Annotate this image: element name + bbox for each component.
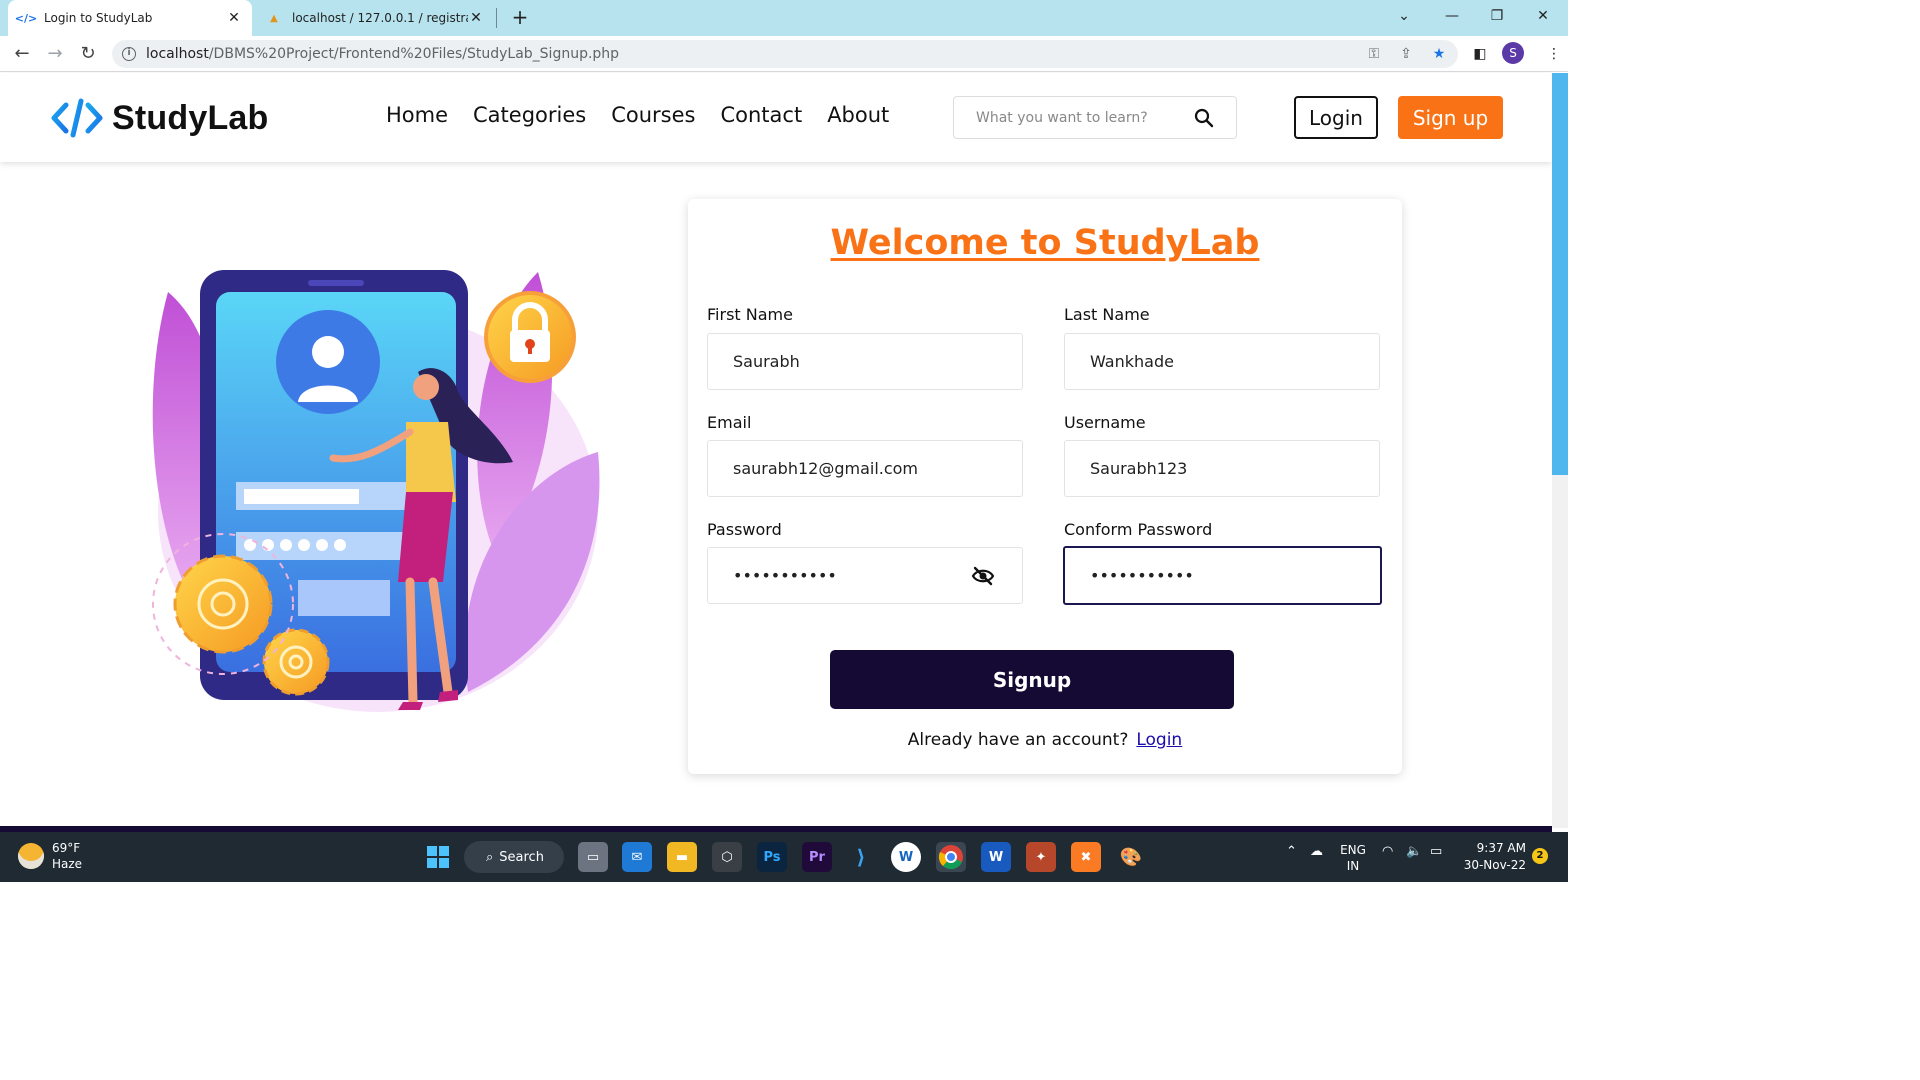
brand-name: StudyLab: [112, 98, 269, 137]
profile-avatar[interactable]: S: [1502, 42, 1524, 64]
onedrive-cloud-icon[interactable]: ☁: [1310, 844, 1323, 859]
login-prompt: Already have an account? Login: [688, 730, 1402, 750]
show-hidden-icons-chevron-icon[interactable]: ⌃: [1286, 844, 1297, 859]
tab-studylab-login[interactable]: </> Login to StudyLab ✕: [8, 0, 252, 36]
nav-categories[interactable]: Categories: [473, 103, 586, 127]
code-brackets-icon: [51, 98, 103, 138]
game-app-icon[interactable]: ✦: [1026, 842, 1056, 872]
header-signup-button[interactable]: Sign up: [1398, 96, 1503, 139]
site-info-icon[interactable]: i: [122, 47, 136, 61]
weather-temp: 69°F: [52, 841, 81, 855]
first-name-field[interactable]: [707, 333, 1023, 390]
site-header: StudyLab Home Categories Courses Contact…: [0, 73, 1552, 162]
email-label: Email: [707, 413, 752, 432]
login-link[interactable]: Login: [1136, 730, 1182, 750]
unity-icon[interactable]: ⬡: [712, 842, 742, 872]
clock-time: 9:37 AM: [1476, 841, 1526, 855]
address-bar[interactable]: i localhost/DBMS%20Project/Frontend%20Fi…: [112, 40, 1458, 68]
confirm-password-label: Conform Password: [1064, 520, 1213, 539]
weather-desc: Haze: [52, 857, 83, 871]
email-field[interactable]: [707, 440, 1023, 497]
tab-phpmyadmin[interactable]: ▲ localhost / 127.0.0.1 / registration ✕: [256, 0, 494, 36]
last-name-label: Last Name: [1064, 305, 1150, 324]
weather-widget[interactable]: 69°F Haze: [18, 840, 82, 872]
photoshop-icon[interactable]: Ps: [757, 842, 787, 872]
taskbar-search[interactable]: ⌕ Search: [464, 841, 564, 873]
share-icon[interactable]: ⇪: [1396, 44, 1416, 64]
nav-home[interactable]: Home: [386, 103, 448, 127]
search-input[interactable]: [976, 109, 1194, 126]
vscode-icon[interactable]: ⟩: [846, 842, 876, 872]
taskbar-search-label: Search: [499, 849, 544, 865]
header-login-button[interactable]: Login: [1294, 96, 1378, 139]
nav-courses[interactable]: Courses: [611, 103, 695, 127]
signup-submit-button[interactable]: Signup: [830, 650, 1234, 709]
task-view-icon[interactable]: ▭: [578, 842, 608, 872]
lang-code: ENG: [1340, 843, 1366, 857]
browser-menu-icon[interactable]: ⋮: [1544, 44, 1564, 64]
notification-badge[interactable]: 2: [1532, 848, 1548, 864]
key-icon[interactable]: ⚿: [1364, 44, 1384, 64]
forward-arrow-icon[interactable]: →: [43, 42, 67, 66]
url-host: localhost: [146, 46, 209, 62]
premiere-icon[interactable]: Pr: [802, 842, 832, 872]
notion-style-app-icon[interactable]: W: [891, 842, 921, 872]
main-nav: Home Categories Courses Contact About: [386, 103, 889, 127]
xampp-icon[interactable]: ✖: [1071, 842, 1101, 872]
volume-icon[interactable]: 🔈: [1406, 844, 1422, 859]
nav-contact[interactable]: Contact: [720, 103, 802, 127]
confirm-password-field[interactable]: [1063, 546, 1382, 605]
first-name-label: First Name: [707, 305, 793, 324]
paint-icon[interactable]: 🎨: [1116, 842, 1146, 872]
already-account-text: Already have an account?: [907, 730, 1129, 750]
close-tab-icon[interactable]: ✕: [226, 10, 242, 26]
url-path: /DBMS%20Project/Frontend%20Files/StudyLa…: [208, 46, 620, 62]
signup-card: Welcome to StudyLab First Name Last Name…: [688, 199, 1402, 774]
minimize-button[interactable]: —: [1436, 4, 1468, 28]
form-title: Welcome to StudyLab: [830, 223, 1260, 263]
side-panel-icon[interactable]: ◧: [1470, 44, 1490, 64]
tab-title: localhost / 127.0.0.1 / registration: [292, 11, 468, 25]
file-explorer-icon[interactable]: ▬: [667, 842, 697, 872]
tab-search-chevron-icon[interactable]: ⌄: [1388, 4, 1420, 28]
nav-about[interactable]: About: [827, 103, 889, 127]
signup-illustration: [152, 270, 600, 712]
phpmyadmin-icon: ▲: [270, 12, 278, 24]
chrome-icon[interactable]: [936, 842, 966, 872]
windows-taskbar: 69°F Haze ⌕ Search ▭ ✉ ▬ ⬡ Ps Pr ⟩ W W ✦…: [0, 832, 1568, 882]
reload-icon[interactable]: ↻: [76, 42, 100, 66]
new-tab-button[interactable]: +: [508, 6, 532, 30]
page-scrollbar-thumb[interactable]: [1552, 73, 1568, 475]
search-icon: ⌕: [486, 849, 494, 865]
course-search-box: [953, 96, 1237, 139]
browser-tab-bar: </> Login to StudyLab ✕ ▲ localhost / 12…: [0, 0, 1568, 36]
windows-start-icon[interactable]: [423, 842, 453, 872]
tab-title: Login to StudyLab: [44, 11, 153, 25]
restore-button[interactable]: ❐: [1481, 4, 1513, 28]
username-label: Username: [1064, 413, 1146, 432]
wifi-icon[interactable]: ◠: [1382, 844, 1393, 859]
studylab-logo[interactable]: StudyLab: [50, 97, 269, 139]
word-icon[interactable]: W: [981, 842, 1011, 872]
close-window-button[interactable]: ✕: [1527, 4, 1559, 28]
code-icon: </>: [14, 11, 38, 25]
input-language[interactable]: ENG IN: [1338, 842, 1368, 874]
search-icon[interactable]: [1194, 108, 1214, 128]
taskbar-clock[interactable]: 9:37 AM 30-Nov-22: [1460, 840, 1526, 874]
battery-icon[interactable]: ▭: [1430, 844, 1442, 859]
bookmark-star-icon[interactable]: ★: [1429, 44, 1449, 64]
clock-date: 30-Nov-22: [1463, 858, 1526, 872]
tab-divider: [496, 8, 497, 28]
haze-weather-icon: [18, 843, 44, 869]
close-tab-icon[interactable]: ✕: [468, 10, 484, 26]
toggle-password-visibility-icon[interactable]: [971, 564, 995, 588]
username-field[interactable]: [1064, 440, 1380, 497]
back-arrow-icon[interactable]: ←: [10, 42, 34, 66]
mail-icon[interactable]: ✉: [622, 842, 652, 872]
last-name-field[interactable]: [1064, 333, 1380, 390]
password-label: Password: [707, 520, 782, 539]
region-code: IN: [1346, 859, 1360, 873]
